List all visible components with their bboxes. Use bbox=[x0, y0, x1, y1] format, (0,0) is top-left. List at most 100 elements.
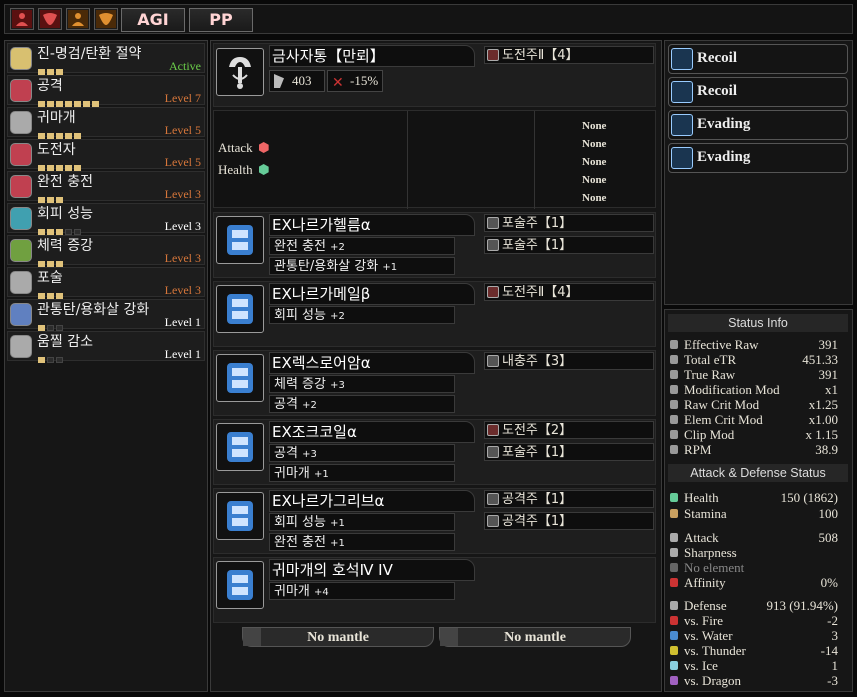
level-pip bbox=[47, 357, 54, 363]
stat-value: -3 bbox=[827, 673, 838, 688]
armor-skill-name: 완전 충전 bbox=[274, 535, 326, 550]
armor-deco[interactable]: 공격주【1】 bbox=[484, 512, 654, 530]
pp-button[interactable]: PP bbox=[189, 8, 253, 32]
mod-button[interactable]: Evading bbox=[668, 143, 848, 173]
stat-icon bbox=[670, 493, 678, 502]
armor-skill-name: 체력 증강 bbox=[274, 377, 326, 392]
challenger-icon bbox=[10, 143, 32, 166]
status-row: Raw Crit Mod x1.25 bbox=[670, 397, 838, 412]
skill-name: 포술 bbox=[37, 270, 63, 286]
skill-name: 회피 성능 bbox=[37, 206, 93, 222]
weapon-deco[interactable]: 도전주Ⅱ【4】 bbox=[484, 46, 654, 64]
deco-icon bbox=[487, 355, 499, 367]
armor-name: EX나르가그리브α bbox=[269, 490, 475, 512]
attack-value: 403 bbox=[292, 73, 312, 88]
stat-value: 0% bbox=[820, 575, 838, 590]
mod-button[interactable]: Recoil bbox=[668, 44, 848, 74]
armor-slot[interactable]: EX나르가헬름α 완전 충전 +2 관통탄/용화살 강화 +1 포술주【1】 포술주【1… bbox=[213, 212, 656, 278]
stat-label: Attack bbox=[684, 530, 719, 545]
skill-row[interactable]: 도전자 Level 5 bbox=[7, 139, 205, 171]
skill-name: 관통탄/용화살 강화 bbox=[37, 302, 150, 318]
skill-row[interactable]: 공격 Level 7 bbox=[7, 75, 205, 107]
skill-row[interactable]: 귀마개 Level 5 bbox=[7, 107, 205, 139]
skill-level: Level 3 bbox=[164, 219, 201, 233]
hunter-orange-icon[interactable] bbox=[94, 8, 118, 30]
armor-name: EX조크코일α bbox=[269, 421, 475, 443]
stat-label: RPM bbox=[684, 442, 712, 457]
stat-label: Elem Crit Mod bbox=[684, 412, 763, 427]
mod-button[interactable]: Evading bbox=[668, 110, 848, 140]
skill-level-pips bbox=[38, 158, 83, 171]
stat-value: 3 bbox=[831, 628, 839, 643]
agi-button[interactable]: AGI bbox=[121, 8, 185, 32]
armor-skill: 완전 충전 +2 bbox=[269, 237, 455, 255]
armor-slot[interactable]: 귀마개의 호석Ⅳ IV 귀마개 +4 bbox=[213, 557, 656, 623]
mod-icon bbox=[671, 81, 693, 103]
armor-skill: 회피 성능 +2 bbox=[269, 306, 455, 324]
status-row: Modification Mod x1 bbox=[670, 382, 838, 397]
stat-label: vs. Water bbox=[684, 628, 733, 643]
stat-value: 913 (91.94%) bbox=[766, 598, 839, 613]
deco-label: 내충주【3】 bbox=[502, 354, 573, 369]
skill-level-pips bbox=[38, 254, 65, 267]
armor-deco[interactable]: 포술주【1】 bbox=[484, 236, 654, 254]
weapon-slot[interactable]: 금사자통【만뢰】 403 ✕ -15% 도전주Ⅱ【4】 bbox=[213, 43, 656, 107]
skill-level: Level 3 bbox=[164, 187, 201, 201]
skill-level: Level 3 bbox=[164, 283, 201, 297]
stat-icon bbox=[670, 415, 678, 424]
armor-skill: 공격 +3 bbox=[269, 444, 455, 462]
hunter-red-icon[interactable] bbox=[38, 8, 62, 30]
mod-label: Evading bbox=[697, 116, 751, 132]
skill-row[interactable]: 진-명검/탄환 절약 Active bbox=[7, 43, 205, 75]
stat-value: 150 (1862) bbox=[780, 490, 838, 505]
skill-row[interactable]: 회피 성능 Level 3 bbox=[7, 203, 205, 235]
armor-deco[interactable]: 도전주【2】 bbox=[484, 421, 654, 439]
armor-slot[interactable]: EX나르가메일β 회피 성능 +2 도전주Ⅱ【4】 bbox=[213, 281, 656, 347]
resistance-row: vs. Dragon -3 bbox=[670, 673, 838, 688]
mantle-label: No mantle bbox=[307, 630, 369, 645]
skill-name: 진-명검/탄환 절약 bbox=[37, 46, 142, 62]
earplugs-icon bbox=[10, 111, 32, 134]
mod-button[interactable]: Recoil bbox=[668, 77, 848, 107]
stat-label: Modification Mod bbox=[684, 382, 780, 397]
skill-row[interactable]: 움찔 감소 Level 1 bbox=[7, 331, 205, 363]
hunter-red-icon[interactable] bbox=[10, 8, 34, 30]
skill-row[interactable]: 관통탄/용화살 강화 Level 1 bbox=[7, 299, 205, 331]
skill-name: 움찔 감소 bbox=[37, 334, 93, 350]
mantle-slot-2[interactable]: No mantle bbox=[439, 627, 631, 647]
armor-deco[interactable]: 내충주【3】 bbox=[484, 352, 654, 370]
deco-label: 공격주【1】 bbox=[502, 492, 573, 507]
stat-label: Effective Raw bbox=[684, 337, 759, 352]
armor-skill-name: 공격 bbox=[274, 397, 298, 412]
skill-row[interactable]: 포술 Level 3 bbox=[7, 267, 205, 299]
armor-skill-name: 관통탄/용화살 강화 bbox=[274, 259, 379, 274]
armor-skill-name: 회피 성능 bbox=[274, 515, 326, 530]
armor-slot[interactable]: EX나르가그리브α 회피 성능 +1 완전 충전 +1 공격주【1】 공격주【1】 bbox=[213, 488, 656, 554]
armor-name: 귀마개의 호석Ⅳ IV bbox=[269, 559, 475, 581]
mantle-slot-1[interactable]: No mantle bbox=[242, 627, 434, 647]
armor-deco[interactable]: 포술주【1】 bbox=[484, 443, 654, 461]
armor-deco[interactable]: 공격주【1】 bbox=[484, 490, 654, 508]
armor-skill-bonus: +2 bbox=[302, 400, 317, 411]
armor-slot[interactable]: EX렉스로어암α 체력 증강 +3 공격 +2 내충주【3】 bbox=[213, 350, 656, 416]
status-row: Elem Crit Mod x1.00 bbox=[670, 412, 838, 427]
armor-deco[interactable]: 포술주【1】 bbox=[484, 214, 654, 232]
deco-icon bbox=[487, 493, 499, 505]
armor-skill-name: 귀마개 bbox=[274, 584, 310, 599]
armor-skill-bonus: +2 bbox=[330, 242, 345, 253]
stat-label: vs. Dragon bbox=[684, 673, 742, 688]
armor-deco[interactable]: 도전주Ⅱ【4】 bbox=[484, 283, 654, 301]
stat-value: -14 bbox=[820, 643, 838, 658]
status-info-header: Status Info bbox=[668, 314, 848, 332]
hunter-orange-icon[interactable] bbox=[66, 8, 90, 30]
skill-row[interactable]: 완전 충전 Level 3 bbox=[7, 171, 205, 203]
stat-label: vs. Fire bbox=[684, 613, 723, 628]
skill-name: 도전자 bbox=[37, 142, 76, 158]
armor-skill-bonus: +1 bbox=[382, 262, 398, 273]
mod-label: Recoil bbox=[697, 83, 737, 99]
health-boost-icon bbox=[10, 239, 32, 262]
stat-value: x 1.15 bbox=[805, 427, 839, 442]
bowgun-icon bbox=[216, 48, 264, 96]
armor-slot[interactable]: EX조크코일α 공격 +3 귀마개 +1 도전주【2】 포술주【1】 bbox=[213, 419, 656, 485]
skill-row[interactable]: 체력 증강 Level 3 bbox=[7, 235, 205, 267]
